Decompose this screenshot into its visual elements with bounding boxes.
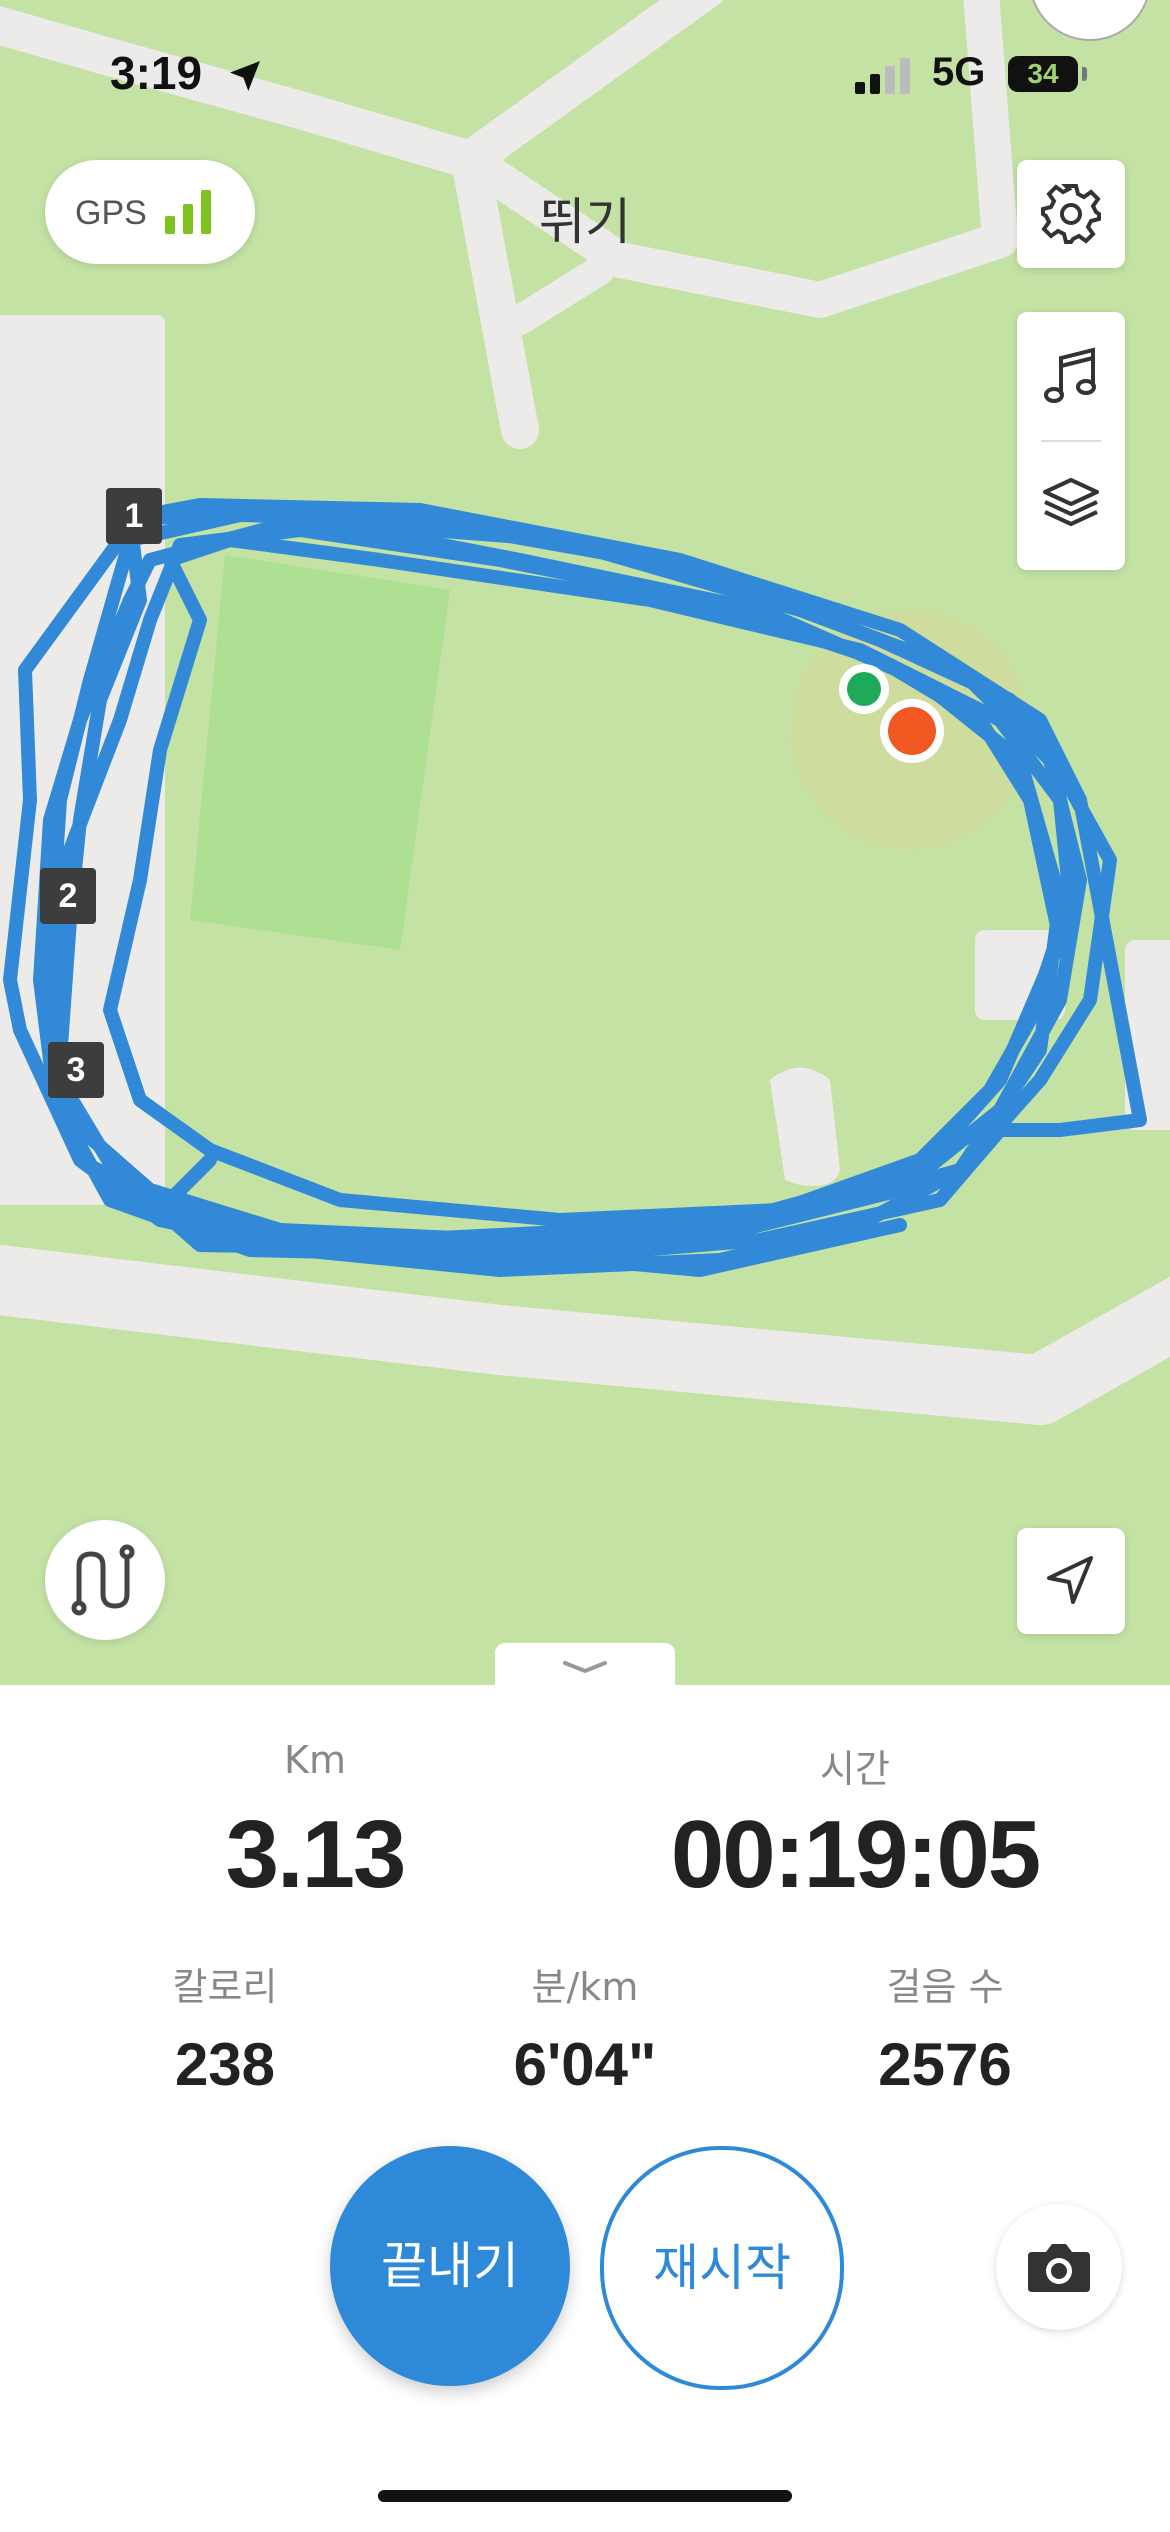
music-button[interactable]: [1017, 312, 1125, 440]
music-note-icon: [1044, 347, 1096, 403]
pace-label: 분/km: [531, 1965, 639, 2009]
battery-tip: [1082, 67, 1087, 81]
route-button[interactable]: [45, 1520, 165, 1640]
gear-icon: [1041, 184, 1101, 244]
status-bar: 3:19 5G 34: [0, 0, 1170, 150]
current-position-marker: [888, 707, 936, 755]
km-marker-2: 2: [40, 868, 96, 924]
map-tools-group: [1017, 312, 1125, 570]
distance-value: 3.13: [225, 1801, 407, 1908]
pace-value: 6'04": [513, 2031, 657, 2098]
activity-title: 뛰기: [539, 193, 631, 251]
steps-value: 2576: [878, 2031, 1012, 2098]
time-value: 00:19:05: [670, 1801, 1041, 1908]
km-marker-1: 1: [106, 488, 162, 544]
route-icon: [71, 1544, 135, 1616]
my-location-button[interactable]: [1017, 1528, 1125, 1634]
camera-button[interactable]: [996, 2204, 1122, 2330]
camera-icon: [1028, 2244, 1090, 2292]
finish-button[interactable]: 끝내기: [330, 2146, 570, 2386]
start-marker: [847, 672, 881, 706]
resume-button[interactable]: 재시작: [600, 2146, 844, 2390]
battery-icon: 34: [1008, 56, 1078, 92]
network-type: 5G: [932, 50, 986, 94]
steps-label: 걸음 수: [886, 1965, 1004, 2009]
layers-icon: [1043, 478, 1099, 526]
location-arrow-icon: [230, 61, 260, 91]
calories-value: 238: [174, 2031, 276, 2098]
km-marker-3: 3: [48, 1042, 104, 1098]
calories-label: 칼로리: [172, 1965, 278, 2009]
home-indicator: [378, 2490, 792, 2502]
time-label: 시간: [820, 1747, 890, 1791]
distance-label: Km: [284, 1738, 346, 1782]
navigation-arrow-icon: [1047, 1556, 1093, 1604]
map-layers-button[interactable]: [1017, 442, 1125, 570]
cellular-signal-icon: [855, 58, 910, 94]
status-time: 3:19: [110, 47, 203, 99]
settings-button[interactable]: [1017, 160, 1125, 268]
